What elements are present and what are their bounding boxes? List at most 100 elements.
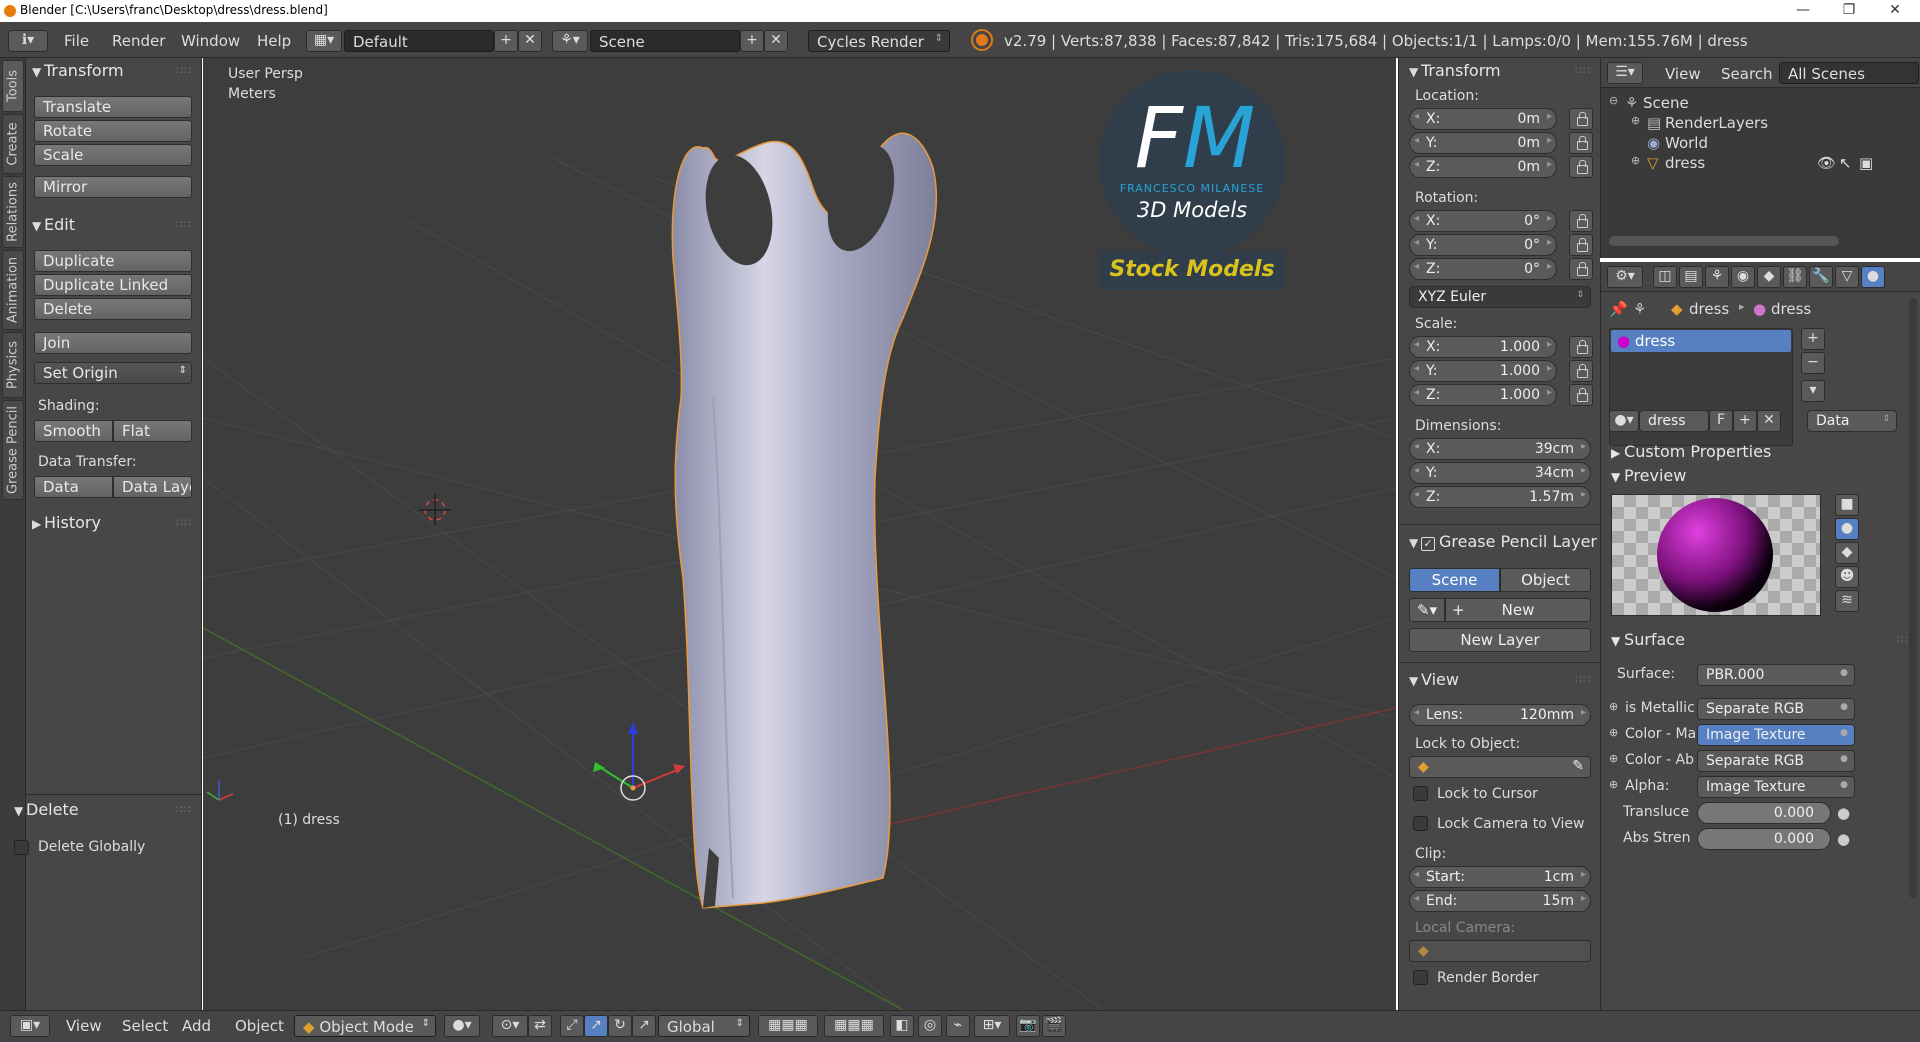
view-panel-header[interactable]: ▼ View (1409, 670, 1459, 689)
rotate-button[interactable]: Rotate (34, 120, 192, 142)
expand-input-icon[interactable]: ⊕ (1609, 778, 1618, 791)
maximize-button[interactable]: ❐ (1826, 0, 1872, 22)
world-tab-icon[interactable]: ◉ (1731, 266, 1755, 288)
rotation-x-field[interactable]: ◂ X: 0° ▸ (1409, 210, 1557, 232)
data-tab-icon[interactable]: ▽ (1835, 266, 1859, 288)
location-y-field[interactable]: ◂ Y: 0m ▸ (1409, 132, 1557, 154)
grease-pencil-layer-header[interactable]: ▼ ✓ Grease Pencil Layer (1409, 532, 1597, 551)
abs-strength-slider[interactable]: 0.000 (1697, 828, 1831, 850)
material-name-field[interactable]: dress (1639, 410, 1709, 432)
screen-layout-icon[interactable]: ▦▾ (306, 30, 342, 52)
preview-cube-icon[interactable]: ◆ (1835, 542, 1859, 564)
expand-input-icon[interactable]: ⊕ (1609, 726, 1618, 739)
outliner-item-scene[interactable]: Scene (1643, 94, 1689, 112)
object-tab-icon[interactable]: ◆ (1757, 266, 1781, 288)
history-panel-header[interactable]: ▶ History (32, 513, 101, 532)
outliner-item-renderlayers[interactable]: RenderLayers (1665, 114, 1768, 132)
lock-icon[interactable] (1569, 336, 1593, 358)
remove-slot-icon[interactable]: − (1801, 352, 1825, 374)
custom-properties-header[interactable]: ▶ Custom Properties (1611, 442, 1771, 461)
visibility-eye-icon[interactable]: 👁 (1817, 154, 1836, 172)
outliner-item-world[interactable]: World (1665, 134, 1708, 152)
remove-scene-icon[interactable]: ✕ (764, 30, 788, 52)
edit-panel-header[interactable]: ▼ Edit (32, 215, 75, 234)
pivot-point-icon[interactable]: ⊙▾ (492, 1015, 528, 1037)
translucency-slider[interactable]: 0.000 (1697, 802, 1831, 824)
material-browse-icon[interactable]: ●▾ (1609, 410, 1639, 432)
material-link-dropdown[interactable]: Data ⇕ (1807, 410, 1897, 432)
dimension-y-field[interactable]: ◂ Y: 34cm ▸ (1409, 462, 1591, 484)
dimension-z-field[interactable]: ◂ Z: 1.57m ▸ (1409, 486, 1591, 508)
viewport-menu-view[interactable]: View (66, 1017, 102, 1035)
constraints-tab-icon[interactable]: ⛓ (1783, 266, 1807, 288)
eyedropper-icon[interactable]: ✎ (1572, 758, 1584, 774)
preview-hair-icon[interactable]: ≋ (1835, 590, 1859, 612)
lock-object-field[interactable]: ◆ ✎ (1409, 756, 1591, 778)
socket-dot-icon[interactable]: ● (1837, 804, 1850, 822)
scale-z-field[interactable]: ◂ Z: 1.000 ▸ (1409, 384, 1557, 406)
mirror-button[interactable]: Mirror (34, 176, 192, 198)
color-ma-input[interactable]: Image Texture ● (1697, 724, 1855, 746)
outliner-filter-dropdown[interactable]: All Scenes (1779, 62, 1919, 84)
add-layout-icon[interactable]: + (494, 30, 518, 52)
lock-layers-icon[interactable]: ◧ (890, 1015, 914, 1037)
grip-icon[interactable]: ∷∷ (176, 218, 192, 231)
scale-button[interactable]: Scale (34, 144, 192, 166)
lock-icon[interactable] (1569, 156, 1593, 178)
dimension-x-field[interactable]: ◂ X: 39cm ▸ (1409, 438, 1591, 460)
new-layer-button[interactable]: New Layer (1409, 628, 1591, 652)
tab-animation[interactable]: Animation (2, 250, 24, 330)
join-button[interactable]: Join (34, 332, 192, 354)
lock-icon[interactable] (1569, 210, 1593, 232)
menu-file[interactable]: File (64, 32, 89, 50)
scene-field[interactable]: Scene (590, 30, 740, 52)
lock-camera-checkbox[interactable] (1413, 816, 1428, 831)
add-slot-icon[interactable]: + (1801, 328, 1825, 350)
outliner-search-menu[interactable]: Search (1721, 65, 1773, 83)
render-engine-dropdown[interactable]: Cycles Render ⇕ (808, 30, 950, 52)
close-button[interactable]: ✕ (1872, 0, 1918, 22)
layers-grid-icon-1[interactable]: ▦▦▦ (758, 1015, 818, 1037)
grip-icon[interactable]: ∷∷ (1575, 673, 1591, 686)
grease-pencil-enable-checkbox[interactable]: ✓ (1421, 537, 1435, 551)
scale-manipulator-icon[interactable]: ↻ (608, 1015, 632, 1037)
view3d-editor-icon[interactable]: ▣▾ (10, 1015, 50, 1037)
is-metallic-input[interactable]: Separate RGB ● (1697, 698, 1855, 720)
viewport-menu-object[interactable]: Object (235, 1017, 284, 1035)
pencil-icon[interactable]: ✎▾ (1409, 598, 1445, 622)
transform-orientation-dropdown[interactable]: Global ⇕ (658, 1015, 750, 1037)
unlink-material-icon[interactable]: ✕ (1757, 410, 1781, 432)
grip-icon[interactable]: ∷∷ (176, 64, 192, 77)
surface-header[interactable]: ▼ Surface (1611, 630, 1685, 649)
rotation-z-field[interactable]: ◂ Z: 0° ▸ (1409, 258, 1557, 280)
surface-shader-dropdown[interactable]: PBR.000 ● (1697, 664, 1855, 686)
grease-scene-button[interactable]: Scene (1409, 568, 1500, 592)
tab-grease-pencil[interactable]: Grease Pencil (2, 400, 24, 500)
editor-type-info-icon[interactable]: ℹ▾ (8, 30, 48, 52)
material-slot-item[interactable]: ● dress (1611, 330, 1791, 352)
add-scene-icon[interactable]: + (740, 30, 764, 52)
lock-icon[interactable] (1569, 132, 1593, 154)
data-layout-button[interactable]: Data Layo (113, 476, 192, 498)
lock-icon[interactable] (1569, 258, 1593, 280)
select-arrow-icon[interactable]: ↖ (1839, 154, 1852, 172)
opengl-render-icon[interactable]: 📷 (1016, 1015, 1040, 1037)
alpha-input[interactable]: Image Texture ● (1697, 776, 1855, 798)
grip-icon[interactable]: ∷∷ (176, 516, 192, 529)
grease-object-button[interactable]: Object (1500, 568, 1591, 592)
scene-tab-icon[interactable]: ⚘ (1705, 266, 1729, 288)
expand-icon[interactable]: ⊕ (1631, 154, 1640, 167)
outliner-scrollbar[interactable] (1609, 236, 1839, 246)
scene-icon[interactable]: ⚘▾ (552, 30, 588, 52)
preview-header[interactable]: ▼ Preview (1611, 466, 1686, 485)
viewport-shading-icon[interactable]: ●▾ (444, 1015, 480, 1037)
lock-to-cursor-checkbox[interactable] (1413, 786, 1428, 801)
local-camera-field[interactable]: ◆ (1409, 940, 1591, 962)
material-tab-icon[interactable]: ● (1861, 266, 1885, 288)
pin-icon[interactable]: 📌 (1609, 300, 1628, 318)
render-border-checkbox[interactable] (1413, 970, 1428, 985)
minimize-button[interactable]: — (1780, 0, 1826, 22)
grease-new-button[interactable]: + New (1445, 598, 1591, 622)
rotate-manipulator-icon[interactable]: ↗ (584, 1015, 608, 1037)
lock-icon[interactable] (1569, 108, 1593, 130)
